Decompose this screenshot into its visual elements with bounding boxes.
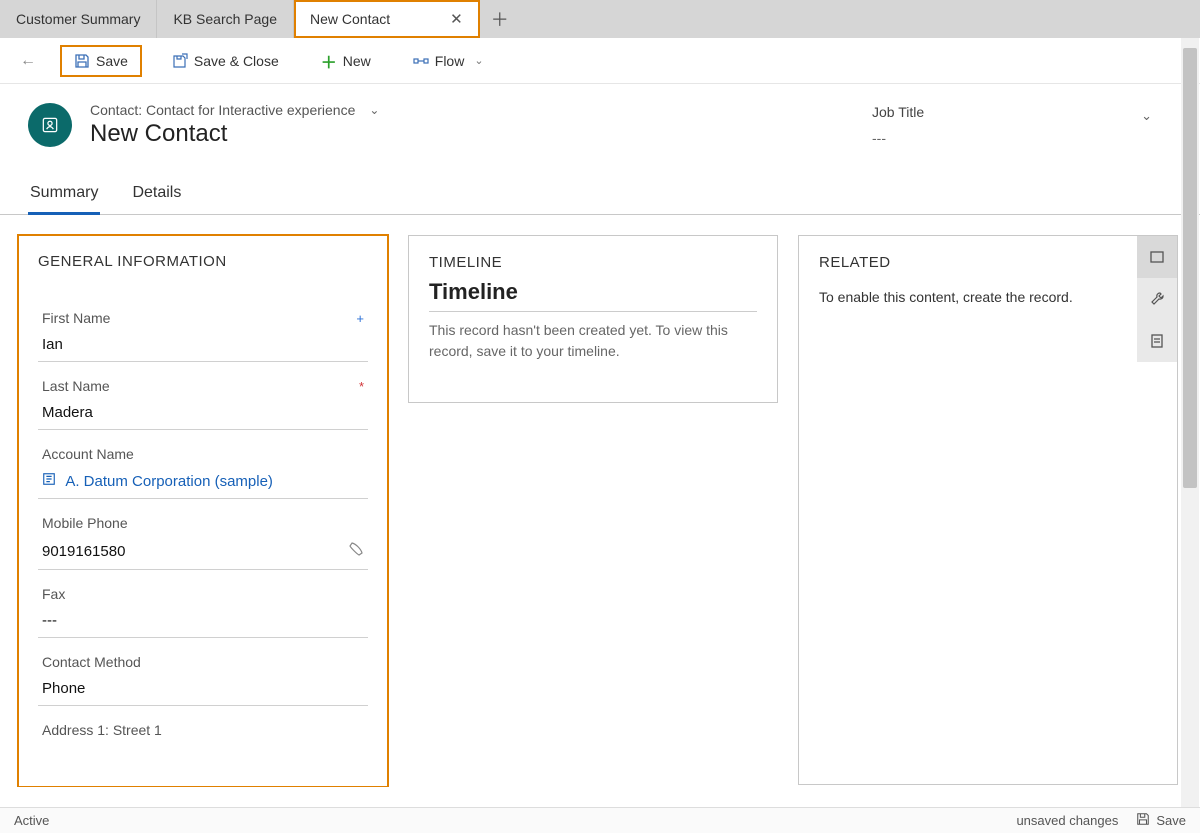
section-title: RELATED bbox=[819, 254, 1157, 271]
section-timeline: TIMELINE Timeline This record hasn't bee… bbox=[408, 235, 778, 403]
assistant-rail bbox=[1137, 236, 1177, 362]
save-icon bbox=[1136, 812, 1150, 829]
field-value: A. Datum Corporation (sample) bbox=[65, 473, 273, 490]
form-selector[interactable]: Contact: Contact for Interactive experie… bbox=[90, 102, 872, 118]
tab-kb-search[interactable]: KB Search Page bbox=[157, 0, 294, 38]
chevron-down-icon: ⌄ bbox=[369, 103, 379, 117]
rail-document-icon[interactable] bbox=[1137, 320, 1177, 362]
button-label: Flow bbox=[435, 53, 465, 69]
account-icon bbox=[42, 472, 56, 486]
section-general-information: GENERAL INFORMATION First Name + Ian Last… bbox=[18, 235, 388, 787]
lookup-value[interactable]: A. Datum Corporation (sample) bbox=[42, 472, 364, 490]
scrollbar-thumb[interactable] bbox=[1183, 48, 1197, 488]
tab-label: KB Search Page bbox=[173, 11, 277, 27]
chevron-down-icon: ⌄ bbox=[474, 54, 483, 67]
rail-wrench-icon[interactable] bbox=[1137, 278, 1177, 320]
field-value: Madera bbox=[42, 404, 364, 421]
save-close-icon bbox=[172, 53, 188, 69]
button-label: Save bbox=[1156, 813, 1186, 828]
plus-icon: ＋ bbox=[321, 53, 337, 69]
tab-details[interactable]: Details bbox=[130, 178, 183, 214]
chevron-down-icon: ⌄ bbox=[1141, 108, 1152, 124]
field-mobile-phone[interactable]: Mobile Phone 9019161580 bbox=[38, 505, 368, 570]
back-button[interactable]: ← bbox=[14, 48, 42, 74]
form-tabs: Summary Details bbox=[0, 158, 1200, 215]
field-fax[interactable]: Fax --- bbox=[38, 576, 368, 638]
field-value: Phone bbox=[42, 680, 364, 697]
session-tabbar: Customer Summary KB Search Page New Cont… bbox=[0, 0, 1200, 38]
section-related: RELATED To enable this content, create t… bbox=[798, 235, 1178, 785]
tab-new-contact[interactable]: New Contact ✕ bbox=[294, 0, 480, 38]
form-selector-label: Contact: Contact for Interactive experie… bbox=[90, 102, 355, 118]
close-icon[interactable]: ✕ bbox=[450, 10, 463, 28]
field-label: First Name bbox=[42, 310, 110, 326]
status-state: Active bbox=[14, 813, 49, 828]
button-label: Save bbox=[96, 53, 128, 69]
entity-badge bbox=[28, 103, 72, 147]
section-title: TIMELINE bbox=[429, 254, 757, 271]
tab-label: Customer Summary bbox=[16, 11, 140, 27]
timeline-heading: Timeline bbox=[429, 279, 757, 305]
flow-button[interactable]: Flow ⌄ bbox=[401, 47, 496, 75]
page-title: New Contact bbox=[90, 120, 872, 148]
recommended-indicator: + bbox=[356, 311, 364, 326]
timeline-placeholder-text: This record hasn't been created yet. To … bbox=[429, 311, 757, 362]
footer-save-button[interactable]: Save bbox=[1136, 812, 1186, 829]
status-unsaved: unsaved changes bbox=[1016, 813, 1118, 828]
field-label: Address 1: Street 1 bbox=[42, 722, 162, 738]
save-and-close-button[interactable]: Save & Close bbox=[160, 47, 291, 75]
button-label: Save & Close bbox=[194, 53, 279, 69]
field-account-name[interactable]: Account Name A. Datum Corporation (sampl… bbox=[38, 436, 368, 499]
field-label: Job Title bbox=[872, 104, 1152, 120]
field-value: 9019161580 bbox=[42, 543, 125, 560]
related-placeholder-text: To enable this content, create the recor… bbox=[819, 289, 1157, 305]
field-contact-method[interactable]: Contact Method Phone bbox=[38, 644, 368, 706]
field-label: Mobile Phone bbox=[42, 515, 128, 531]
required-indicator: * bbox=[359, 379, 364, 394]
record-header: Contact: Contact for Interactive experie… bbox=[0, 84, 1200, 158]
new-button[interactable]: ＋ New bbox=[309, 47, 383, 75]
rail-panel-icon[interactable] bbox=[1137, 236, 1177, 278]
vertical-scrollbar[interactable] bbox=[1181, 38, 1199, 807]
save-button[interactable]: Save bbox=[60, 45, 142, 77]
form-body: GENERAL INFORMATION First Name + Ian Last… bbox=[0, 215, 1200, 787]
field-last-name[interactable]: Last Name * Madera bbox=[38, 368, 368, 430]
field-label: Account Name bbox=[42, 446, 134, 462]
header-field-job-title[interactable]: ⌄ Job Title --- bbox=[872, 104, 1172, 146]
status-bar: Active unsaved changes Save bbox=[0, 807, 1200, 833]
tab-customer-summary[interactable]: Customer Summary bbox=[0, 0, 157, 38]
field-label: Fax bbox=[42, 586, 65, 602]
phone-icon[interactable] bbox=[348, 541, 364, 561]
field-first-name[interactable]: First Name + Ian bbox=[38, 300, 368, 362]
field-value: --- bbox=[872, 130, 1152, 146]
section-title: GENERAL INFORMATION bbox=[18, 253, 388, 270]
new-tab-button[interactable]: ＋ bbox=[480, 0, 520, 38]
field-address1-street1[interactable]: Address 1: Street 1 bbox=[38, 712, 368, 746]
button-label: New bbox=[343, 53, 371, 69]
tab-summary[interactable]: Summary bbox=[28, 178, 100, 215]
field-value: --- bbox=[42, 612, 364, 629]
flow-icon bbox=[413, 53, 429, 69]
field-label: Contact Method bbox=[42, 654, 141, 670]
command-bar: ← Save Save & Close ＋ New Flow ⌄ bbox=[0, 38, 1200, 84]
field-value: Ian bbox=[42, 336, 364, 353]
field-label: Last Name bbox=[42, 378, 110, 394]
save-icon bbox=[74, 53, 90, 69]
tab-label: New Contact bbox=[310, 11, 390, 27]
